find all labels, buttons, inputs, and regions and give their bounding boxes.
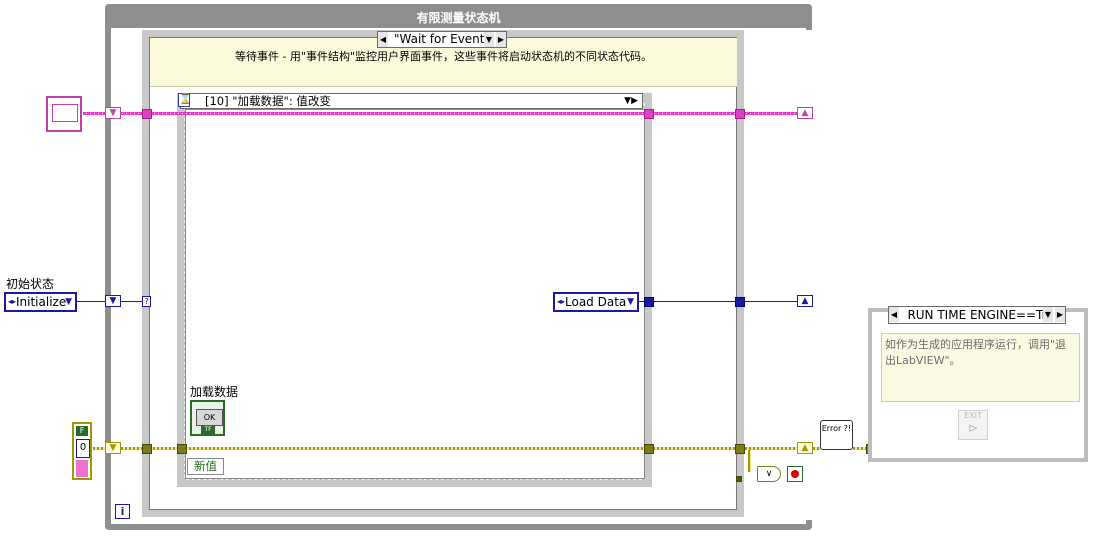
case-selector-terminal: ?: [142, 296, 151, 307]
error-wire: [93, 447, 821, 450]
initial-state-enum[interactable]: ◂▸ Initialize ▼: [4, 292, 77, 312]
tunnel: [735, 297, 745, 307]
iteration-terminal: i: [115, 504, 130, 519]
tunnel: [142, 109, 152, 119]
tunnel: [735, 109, 745, 119]
tunnel: [644, 297, 654, 307]
shift-register-right-blue[interactable]: ▲: [797, 295, 813, 307]
enum-wire: [77, 301, 107, 302]
or-gate[interactable]: ∨: [757, 466, 781, 482]
shift-register-left-olive[interactable]: ▼: [105, 442, 121, 454]
next-state-enum[interactable]: ◂▸ Load Data ▼: [553, 292, 639, 312]
initial-state-value: Initialize: [16, 295, 67, 309]
next-state-value: Load Data: [565, 295, 627, 309]
stop-terminal[interactable]: [787, 466, 803, 482]
initial-state-label: 初始状态: [6, 277, 55, 291]
load-data-label: 加载数据: [190, 385, 239, 399]
runtime-case-selector[interactable]: ◀ RUN TIME ENGINE==Tr ▼ ▶: [888, 306, 1066, 324]
ok-button-icon: OK: [196, 409, 223, 426]
case-selector-label: "Wait for Event": [393, 32, 491, 46]
error-handler-icon[interactable]: Error ?!: [820, 420, 853, 450]
case-selector[interactable]: ◀ "Wait for Event" ▼ ▶: [377, 31, 507, 48]
tunnel: [644, 444, 654, 454]
enum-wire: [121, 301, 143, 302]
boolean-type-icon: TF: [201, 426, 215, 434]
decrement-icon[interactable]: ◀: [889, 307, 899, 322]
error-cluster-constant[interactable]: F 0: [72, 422, 92, 480]
enum-arrows-icon: ◂▸: [557, 297, 566, 306]
tunnel: [735, 444, 745, 454]
shift-register-right-pink[interactable]: ▲: [797, 107, 813, 119]
exit-arrow-icon: ⊳: [967, 421, 979, 435]
while-loop-title: 有限测量状态机: [105, 4, 812, 28]
runtime-case-label: RUN TIME ENGINE==Tr: [907, 308, 1047, 322]
exit-label: EXIT: [964, 411, 982, 420]
boolean-tunnel: [736, 476, 742, 482]
dropdown-icon[interactable]: ▼: [627, 294, 634, 310]
exit-labview-icon[interactable]: EXIT ⊳: [958, 410, 988, 440]
shift-register-left-pink[interactable]: ▼: [105, 107, 121, 119]
enum-arrows-icon: ◂▸: [8, 297, 17, 306]
error-code: 0: [76, 439, 90, 458]
event-selector[interactable]: [10] "加载数据": 值改变 ▼▶: [180, 93, 643, 109]
shift-register-left-blue[interactable]: ▼: [105, 295, 121, 307]
dropdown-icon[interactable]: ▼: [484, 32, 494, 47]
event-dropdown-icon[interactable]: ▼▶: [624, 94, 638, 108]
increment-icon[interactable]: ▶: [1055, 307, 1065, 322]
shift-register-right-olive[interactable]: ▲: [797, 442, 813, 454]
hourglass-icon: ⌛: [178, 93, 192, 107]
refnum-constant-icon[interactable]: [46, 96, 82, 132]
runtime-comment: 如作为生成的应用程序运行，调用"退出LabVIEW"。: [881, 333, 1080, 402]
event-selector-label: [10] "加载数据": 值改变: [205, 94, 331, 108]
dropdown-icon[interactable]: ▼: [1043, 307, 1053, 322]
load-data-button-terminal[interactable]: OK TF: [190, 400, 225, 436]
tunnel: [644, 109, 654, 119]
decrement-icon[interactable]: ◀: [378, 32, 388, 47]
increment-icon[interactable]: ▶: [496, 32, 506, 47]
enum-wire: [639, 301, 799, 302]
error-wire: [748, 450, 751, 472]
refnum-wire: [83, 112, 798, 115]
status-bool: F: [76, 426, 88, 436]
dropdown-icon[interactable]: ▼: [65, 294, 72, 310]
new-value-node[interactable]: 新值: [187, 458, 224, 475]
tunnel: [142, 444, 152, 454]
source-string: [76, 460, 88, 477]
tunnel: [177, 444, 187, 454]
